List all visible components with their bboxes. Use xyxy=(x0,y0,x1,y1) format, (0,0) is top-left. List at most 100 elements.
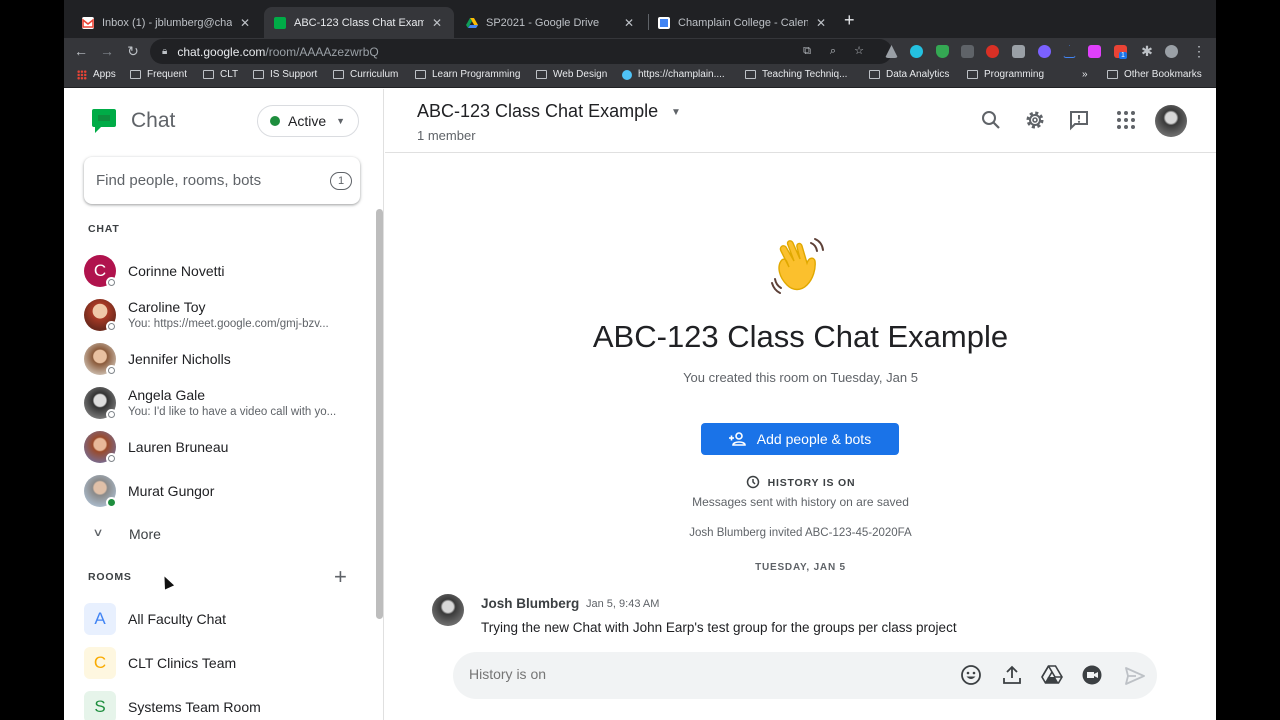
back-icon[interactable]: ← xyxy=(70,40,92,62)
shield-extension-icon[interactable] xyxy=(936,45,949,58)
contact-murat-gungor[interactable]: Murat Gungor xyxy=(84,473,374,513)
presence-icon xyxy=(106,453,117,464)
chevron-down-icon[interactable]: ▼ xyxy=(671,107,681,118)
send-icon[interactable] xyxy=(1124,665,1146,687)
presence-icon xyxy=(106,365,117,376)
open-in-app-icon[interactable]: ⧉ xyxy=(800,44,814,58)
bookmark-link[interactable]: https://champlain.... xyxy=(622,69,725,80)
extension-icon[interactable] xyxy=(1038,45,1051,58)
folder-icon xyxy=(536,70,547,79)
profile-avatar[interactable] xyxy=(1165,45,1178,58)
message-author: Josh Blumberg xyxy=(481,596,580,611)
bookmark-folder[interactable]: Teaching Techniq... xyxy=(745,69,847,80)
contact-name: Corinne Novetti xyxy=(128,263,225,279)
bookmark-folder[interactable]: Curriculum xyxy=(333,69,398,80)
close-tab-icon[interactable]: ✕ xyxy=(814,16,828,30)
other-bookmarks[interactable]: Other Bookmarks xyxy=(1107,69,1202,80)
bookmark-apps[interactable]: Apps xyxy=(77,69,116,80)
contact-caroline-toy[interactable]: Caroline Toy You: https://meet.google.co… xyxy=(84,297,374,337)
tab-chat[interactable]: ABC-123 Class Chat Example ✕ xyxy=(264,7,454,38)
site-icon xyxy=(622,69,632,80)
room-systems-team-room[interactable]: S Systems Team Room xyxy=(84,689,374,720)
emoji-icon[interactable] xyxy=(960,664,982,686)
room-view: ABC-123 Class Chat Example ▼ 1 member AB… xyxy=(385,89,1216,720)
new-tab-button[interactable]: + xyxy=(844,10,855,31)
contact-lauren-bruneau[interactable]: Lauren Bruneau xyxy=(84,429,374,469)
message-input[interactable] xyxy=(469,666,869,682)
sidebar-scrollbar[interactable] xyxy=(376,209,383,619)
contact-angela-gale[interactable]: Angela Gale You: I'd like to have a vide… xyxy=(84,385,374,425)
tab-gmail[interactable]: Inbox (1) - jblumberg@champl ✕ xyxy=(72,7,262,38)
add-people-bots-button[interactable]: Add people & bots xyxy=(701,423,899,455)
reload-icon[interactable]: ↻ xyxy=(122,40,144,62)
lock-icon: 🔒︎ xyxy=(162,46,168,57)
room-title[interactable]: ABC-123 Class Chat Example xyxy=(417,101,658,122)
status-button[interactable]: Active ▼ xyxy=(257,105,359,137)
bookmark-folder[interactable]: IS Support xyxy=(253,69,317,80)
room-clt-clinics-team[interactable]: C CLT Clinics Team xyxy=(84,645,374,685)
extension-icon[interactable] xyxy=(1012,45,1025,58)
extension-icon[interactable] xyxy=(961,45,974,58)
folder-icon xyxy=(203,70,214,79)
waving-hand-icon xyxy=(771,238,824,294)
video-meeting-icon[interactable] xyxy=(1081,664,1103,686)
search-placeholder: Find people, rooms, bots xyxy=(96,172,262,189)
folder-icon xyxy=(745,70,756,79)
bookmark-star-icon[interactable]: ☆ xyxy=(852,44,866,58)
address-bar[interactable]: 🔒︎ chat.google.com/room/AAAAzezwrbQ ⧉ ⌕ … xyxy=(150,39,892,64)
room-all-faculty-chat[interactable]: A All Faculty Chat xyxy=(84,601,374,641)
avatar[interactable] xyxy=(432,594,464,626)
contact-name: Jennifer Nicholls xyxy=(128,351,231,367)
upload-icon[interactable] xyxy=(1001,664,1023,686)
add-button-label: Add people & bots xyxy=(756,431,872,447)
account-avatar[interactable] xyxy=(1155,105,1187,137)
extension-icon[interactable] xyxy=(986,45,999,58)
search-input[interactable]: Find people, rooms, bots 1 xyxy=(84,157,360,204)
url-path: /room/AAAAzezwrbQ xyxy=(265,44,379,59)
extension-icon[interactable] xyxy=(1063,45,1076,58)
bookmarks-overflow[interactable]: » xyxy=(1082,69,1088,80)
folder-icon xyxy=(333,70,344,79)
add-room-icon[interactable]: + xyxy=(334,566,347,588)
extension-icon[interactable] xyxy=(910,45,923,58)
presence-icon xyxy=(106,277,117,288)
room-avatar: S xyxy=(84,691,116,720)
apps-grid-icon[interactable] xyxy=(1115,109,1137,131)
bookmark-folder[interactable]: CLT xyxy=(203,69,238,80)
room-name: All Faculty Chat xyxy=(128,611,227,627)
status-label: Active xyxy=(288,113,327,129)
search-icon[interactable] xyxy=(980,109,1002,131)
contact-corinne-novetti[interactable]: C Corinne Novetti xyxy=(84,253,374,293)
forward-icon[interactable]: → xyxy=(96,40,118,62)
chat-logo-icon xyxy=(92,109,116,133)
zoom-icon[interactable]: ⌕ xyxy=(826,44,840,58)
chevron-down-icon: ∨ xyxy=(92,527,104,539)
more-label: More xyxy=(129,526,161,542)
gear-icon[interactable] xyxy=(1024,109,1046,131)
google-drive-icon[interactable] xyxy=(1041,664,1063,686)
message-text: Trying the new Chat with John Earp's tes… xyxy=(481,620,957,635)
extension-icon[interactable]: 1 xyxy=(1114,45,1127,59)
tab-title: Champlain College - Calendar xyxy=(678,16,808,29)
bookmark-folder[interactable]: Data Analytics xyxy=(869,69,949,80)
member-count[interactable]: 1 member xyxy=(417,128,476,143)
close-tab-icon[interactable]: ✕ xyxy=(622,16,636,30)
close-tab-icon[interactable]: ✕ xyxy=(238,16,252,30)
bookmark-folder[interactable]: Learn Programming xyxy=(415,69,520,80)
feedback-icon[interactable] xyxy=(1068,109,1090,131)
puzzle-icon[interactable]: ✱ xyxy=(1136,40,1158,62)
app-name: Chat xyxy=(131,109,176,132)
bookmark-folder[interactable]: Programming xyxy=(967,69,1044,80)
extension-icon[interactable] xyxy=(1088,45,1101,58)
contact-jennifer-nicholls[interactable]: Jennifer Nicholls xyxy=(84,341,374,381)
folder-icon xyxy=(869,70,880,79)
tab-drive[interactable]: SP2021 - Google Drive ✕ xyxy=(456,7,646,38)
bookmark-folder[interactable]: Web Design xyxy=(536,69,607,80)
chevron-down-icon: ▼ xyxy=(336,116,346,126)
bookmark-folder[interactable]: Frequent xyxy=(130,69,187,80)
apps-grid-icon xyxy=(77,69,87,80)
close-tab-icon[interactable]: ✕ xyxy=(430,16,444,30)
menu-dots-icon[interactable]: ⋮ xyxy=(1188,40,1210,62)
tab-calendar[interactable]: Champlain College - Calendar ✕ xyxy=(648,7,838,38)
presence-icon xyxy=(106,409,117,420)
